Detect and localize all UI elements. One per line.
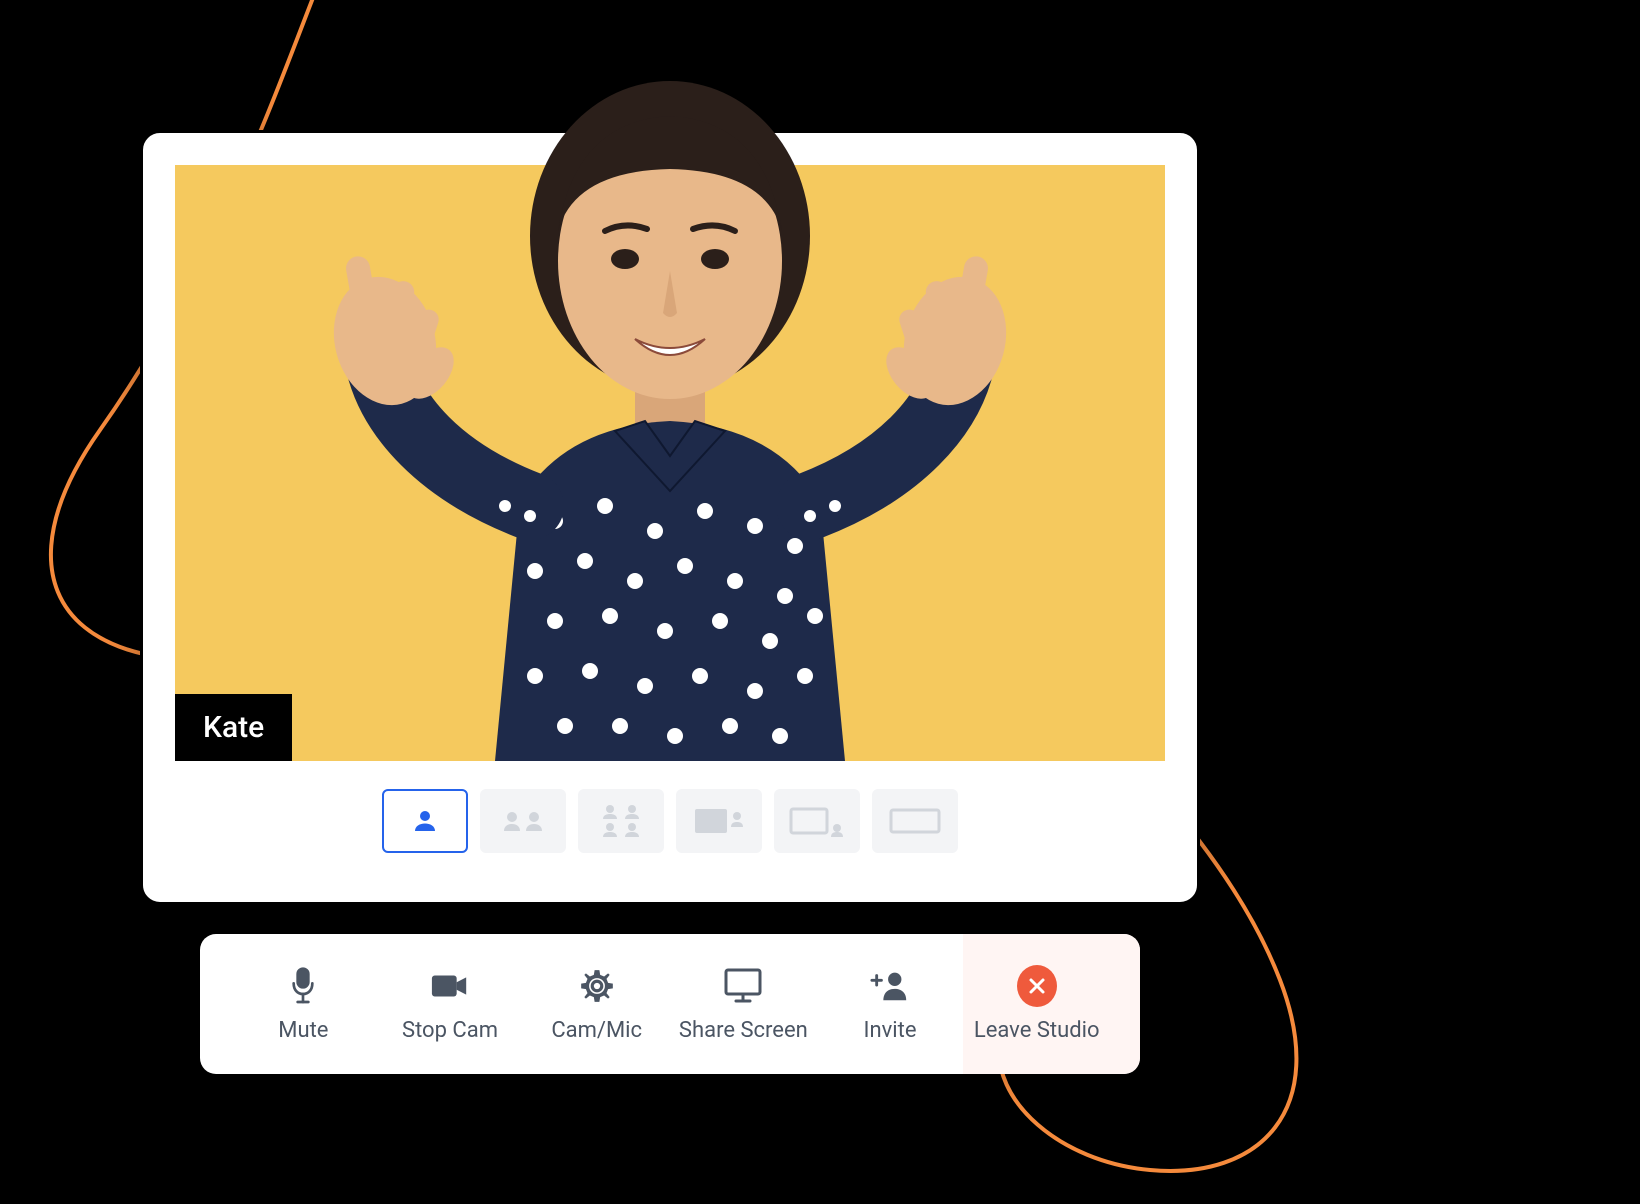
control-toolbar: Mute Stop Cam Cam/Mic Shar bbox=[200, 934, 1140, 1074]
add-person-icon bbox=[870, 966, 910, 1006]
stop-cam-label: Stop Cam bbox=[402, 1018, 498, 1043]
layout-option-sidebar[interactable] bbox=[774, 789, 860, 853]
studio-window: Kate bbox=[140, 130, 1200, 905]
cam-mic-label: Cam/Mic bbox=[551, 1018, 642, 1043]
leave-studio-button[interactable]: Leave Studio bbox=[963, 934, 1140, 1074]
layout-option-single[interactable] bbox=[382, 789, 468, 853]
share-screen-label: Share Screen bbox=[679, 1018, 808, 1043]
mute-button[interactable]: Mute bbox=[230, 934, 377, 1074]
participant-name-badge: Kate bbox=[175, 694, 292, 761]
layout-option-full[interactable] bbox=[872, 789, 958, 853]
microphone-icon bbox=[283, 966, 323, 1006]
monitor-icon bbox=[723, 966, 763, 1006]
layout-option-grid[interactable] bbox=[578, 789, 664, 853]
layout-option-pip[interactable] bbox=[676, 789, 762, 853]
invite-label: Invite bbox=[864, 1018, 917, 1043]
stop-cam-button[interactable]: Stop Cam bbox=[377, 934, 524, 1074]
gear-icon bbox=[577, 966, 617, 1006]
close-icon bbox=[1017, 966, 1057, 1006]
layout-selector bbox=[175, 789, 1165, 853]
video-feed: Kate bbox=[175, 165, 1165, 761]
camera-icon bbox=[430, 966, 470, 1006]
participant-video bbox=[175, 58, 1165, 761]
share-screen-button[interactable]: Share Screen bbox=[670, 934, 817, 1074]
mute-label: Mute bbox=[278, 1018, 328, 1043]
invite-button[interactable]: Invite bbox=[817, 934, 964, 1074]
cam-mic-button[interactable]: Cam/Mic bbox=[523, 934, 670, 1074]
leave-label: Leave Studio bbox=[974, 1018, 1100, 1043]
layout-option-two[interactable] bbox=[480, 789, 566, 853]
participant-name-label: Kate bbox=[203, 710, 264, 745]
